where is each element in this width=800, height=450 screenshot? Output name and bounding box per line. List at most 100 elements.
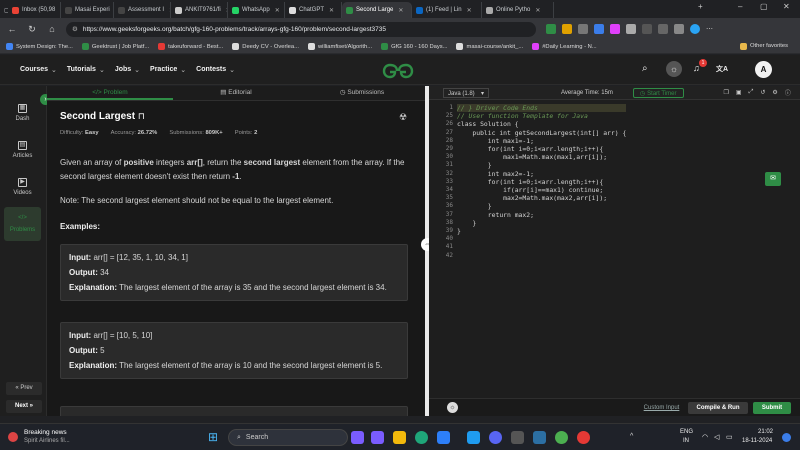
submit-button[interactable]: Submit: [753, 402, 791, 414]
battery-icon[interactable]: ▭: [726, 433, 733, 441]
bookmark-item[interactable]: #Daily Learning - N...: [532, 43, 597, 50]
back-icon[interactable]: ←: [4, 21, 20, 37]
bookmark-item[interactable]: williamfiset/Algorith...: [307, 43, 372, 50]
reload-icon[interactable]: ↻: [24, 21, 40, 37]
avatar[interactable]: A: [755, 61, 772, 78]
theme-toggle-icon[interactable]: ☼: [666, 61, 682, 77]
site-info-icon[interactable]: ⚙: [72, 25, 78, 33]
bookmark-item[interactable]: Geektrust | Job Platf...: [81, 43, 149, 50]
snipping-tool-icon[interactable]: [511, 431, 524, 444]
bookmark-item[interactable]: Deedy CV - Overlea...: [232, 43, 299, 50]
store-icon[interactable]: [437, 431, 450, 444]
sidebar-item-articles[interactable]: ▤ Articles: [4, 133, 41, 167]
extension-icon[interactable]: [594, 24, 604, 34]
puzzle-icon[interactable]: [626, 24, 636, 34]
address-bar[interactable]: ⚙ https://www.geeksforgeeks.org/batch/gf…: [66, 21, 536, 37]
browser-tab[interactable]: (1) Feed | Lin ✕: [412, 2, 482, 18]
browser-tab[interactable]: ChatGPT ✕: [285, 2, 342, 18]
chat-help-icon[interactable]: ✉: [765, 172, 781, 186]
tab-submissions[interactable]: ◷ Submissions: [299, 86, 425, 100]
profile-icon[interactable]: [690, 24, 700, 34]
bookmark-item[interactable]: GfG 160 - 160 Days...: [381, 43, 447, 50]
collections-icon[interactable]: [674, 24, 684, 34]
language-indicator[interactable]: ENG: [680, 429, 693, 435]
extension-icon[interactable]: [610, 24, 620, 34]
language-select[interactable]: Java (1.8) ▾: [443, 87, 489, 98]
theme-settings-icon[interactable]: ☼: [447, 402, 458, 413]
gfg-logo[interactable]: [382, 63, 414, 79]
custom-input-button[interactable]: Custom Input: [639, 402, 684, 414]
bookmark-item[interactable]: masai-course/ankit_...: [456, 43, 523, 50]
sidebar-item-problems[interactable]: </> Problems: [4, 207, 41, 241]
split-view-icon[interactable]: [642, 24, 652, 34]
windows-start-icon[interactable]: ⊞: [208, 431, 220, 443]
teams-icon[interactable]: [371, 431, 384, 444]
tray-overflow-icon[interactable]: ^: [630, 433, 633, 440]
copy-icon[interactable]: ❐: [724, 89, 729, 96]
extension-icon[interactable]: [562, 24, 572, 34]
bug-report-icon[interactable]: ☢: [399, 112, 407, 123]
extension-icon[interactable]: [578, 24, 588, 34]
tab-actions-icon[interactable]: ▢: [0, 2, 8, 18]
browser-tab[interactable]: Second Large ✕: [342, 2, 412, 18]
language-icon[interactable]: 文A: [716, 64, 728, 74]
taskbar-search[interactable]: ⌕ Search: [228, 429, 348, 446]
code-info-icon[interactable]: ⓘ: [785, 88, 791, 97]
maximize-button[interactable]: ▢: [760, 2, 768, 11]
other-favorites-folder[interactable]: Other favorites: [740, 43, 788, 50]
close-window-button[interactable]: ✕: [783, 2, 790, 11]
tab-editorial[interactable]: ▤ Editorial: [173, 86, 299, 100]
tab-problem[interactable]: </> Problem: [47, 86, 173, 100]
speaker-icon[interactable]: ◁: [714, 433, 719, 441]
settings-icon[interactable]: ⚙: [772, 89, 777, 96]
browser-tab[interactable]: Online Pytho ✕: [482, 2, 554, 18]
bookmark-item[interactable]: takeuforward - Best...: [158, 43, 223, 50]
nav-tutorials[interactable]: Tutorials ⌄: [67, 66, 105, 74]
browser-tab[interactable]: Masai Experi✕: [61, 2, 114, 18]
close-icon[interactable]: ✕: [398, 7, 403, 14]
favorites-icon[interactable]: [658, 24, 668, 34]
file-explorer-icon[interactable]: [393, 431, 406, 444]
clock-time[interactable]: 21:02: [758, 429, 773, 435]
layout-icon[interactable]: ▣: [736, 89, 742, 96]
minimize-button[interactable]: –: [738, 2, 742, 11]
news-icon[interactable]: [8, 432, 18, 442]
chrome-icon[interactable]: [555, 431, 568, 444]
browser-tab[interactable]: Inbox (50,98✕: [8, 2, 61, 18]
nav-jobs[interactable]: Jobs ⌄: [115, 66, 140, 74]
vscode-icon[interactable]: [467, 431, 480, 444]
media-player-icon[interactable]: [577, 431, 590, 444]
reset-icon[interactable]: ↺: [760, 89, 765, 96]
start-timer-button[interactable]: ◷ Start Timer: [632, 87, 684, 98]
nav-practice[interactable]: Practice ⌄: [150, 66, 186, 74]
browser-tab[interactable]: Assessment I✕: [114, 2, 171, 18]
bookmark-item[interactable]: System Design: The...: [6, 43, 73, 50]
nav-contests[interactable]: Contests ⌄: [196, 66, 235, 74]
next-button[interactable]: Next »: [6, 400, 42, 413]
browser-tab[interactable]: ANKIT9761/fi✕: [171, 2, 228, 18]
close-icon[interactable]: ✕: [329, 7, 334, 14]
search-icon[interactable]: ⌕: [642, 63, 648, 74]
home-icon[interactable]: ⌂: [44, 21, 60, 37]
more-menu-icon[interactable]: ⋯: [706, 25, 713, 33]
news-title[interactable]: Breaking news: [24, 429, 67, 436]
prev-button[interactable]: « Prev: [6, 382, 42, 395]
terminal-icon[interactable]: [533, 431, 546, 444]
close-icon[interactable]: ✕: [535, 7, 540, 14]
browser-tab[interactable]: WhatsApp ✕: [228, 2, 285, 18]
close-icon[interactable]: ✕: [275, 7, 280, 14]
fullscreen-icon[interactable]: ⤢: [749, 89, 754, 96]
close-icon[interactable]: ✕: [467, 7, 472, 14]
task-view-icon[interactable]: [351, 431, 364, 444]
new-tab-button[interactable]: +: [698, 2, 703, 11]
bookmark-icon[interactable]: ⊓: [138, 111, 145, 121]
discord-icon[interactable]: [489, 431, 502, 444]
wifi-icon[interactable]: ◠: [702, 433, 708, 441]
compile-run-button[interactable]: Compile & Run: [688, 402, 748, 414]
edge-icon[interactable]: [415, 431, 428, 444]
sidebar-item-videos[interactable]: ▶ Videos: [4, 170, 41, 204]
nav-courses[interactable]: Courses ⌄: [20, 66, 57, 74]
notifications-icon[interactable]: [782, 433, 791, 442]
sidebar-item-dash[interactable]: ▦ Dash: [4, 96, 41, 130]
extension-icon[interactable]: [546, 24, 556, 34]
